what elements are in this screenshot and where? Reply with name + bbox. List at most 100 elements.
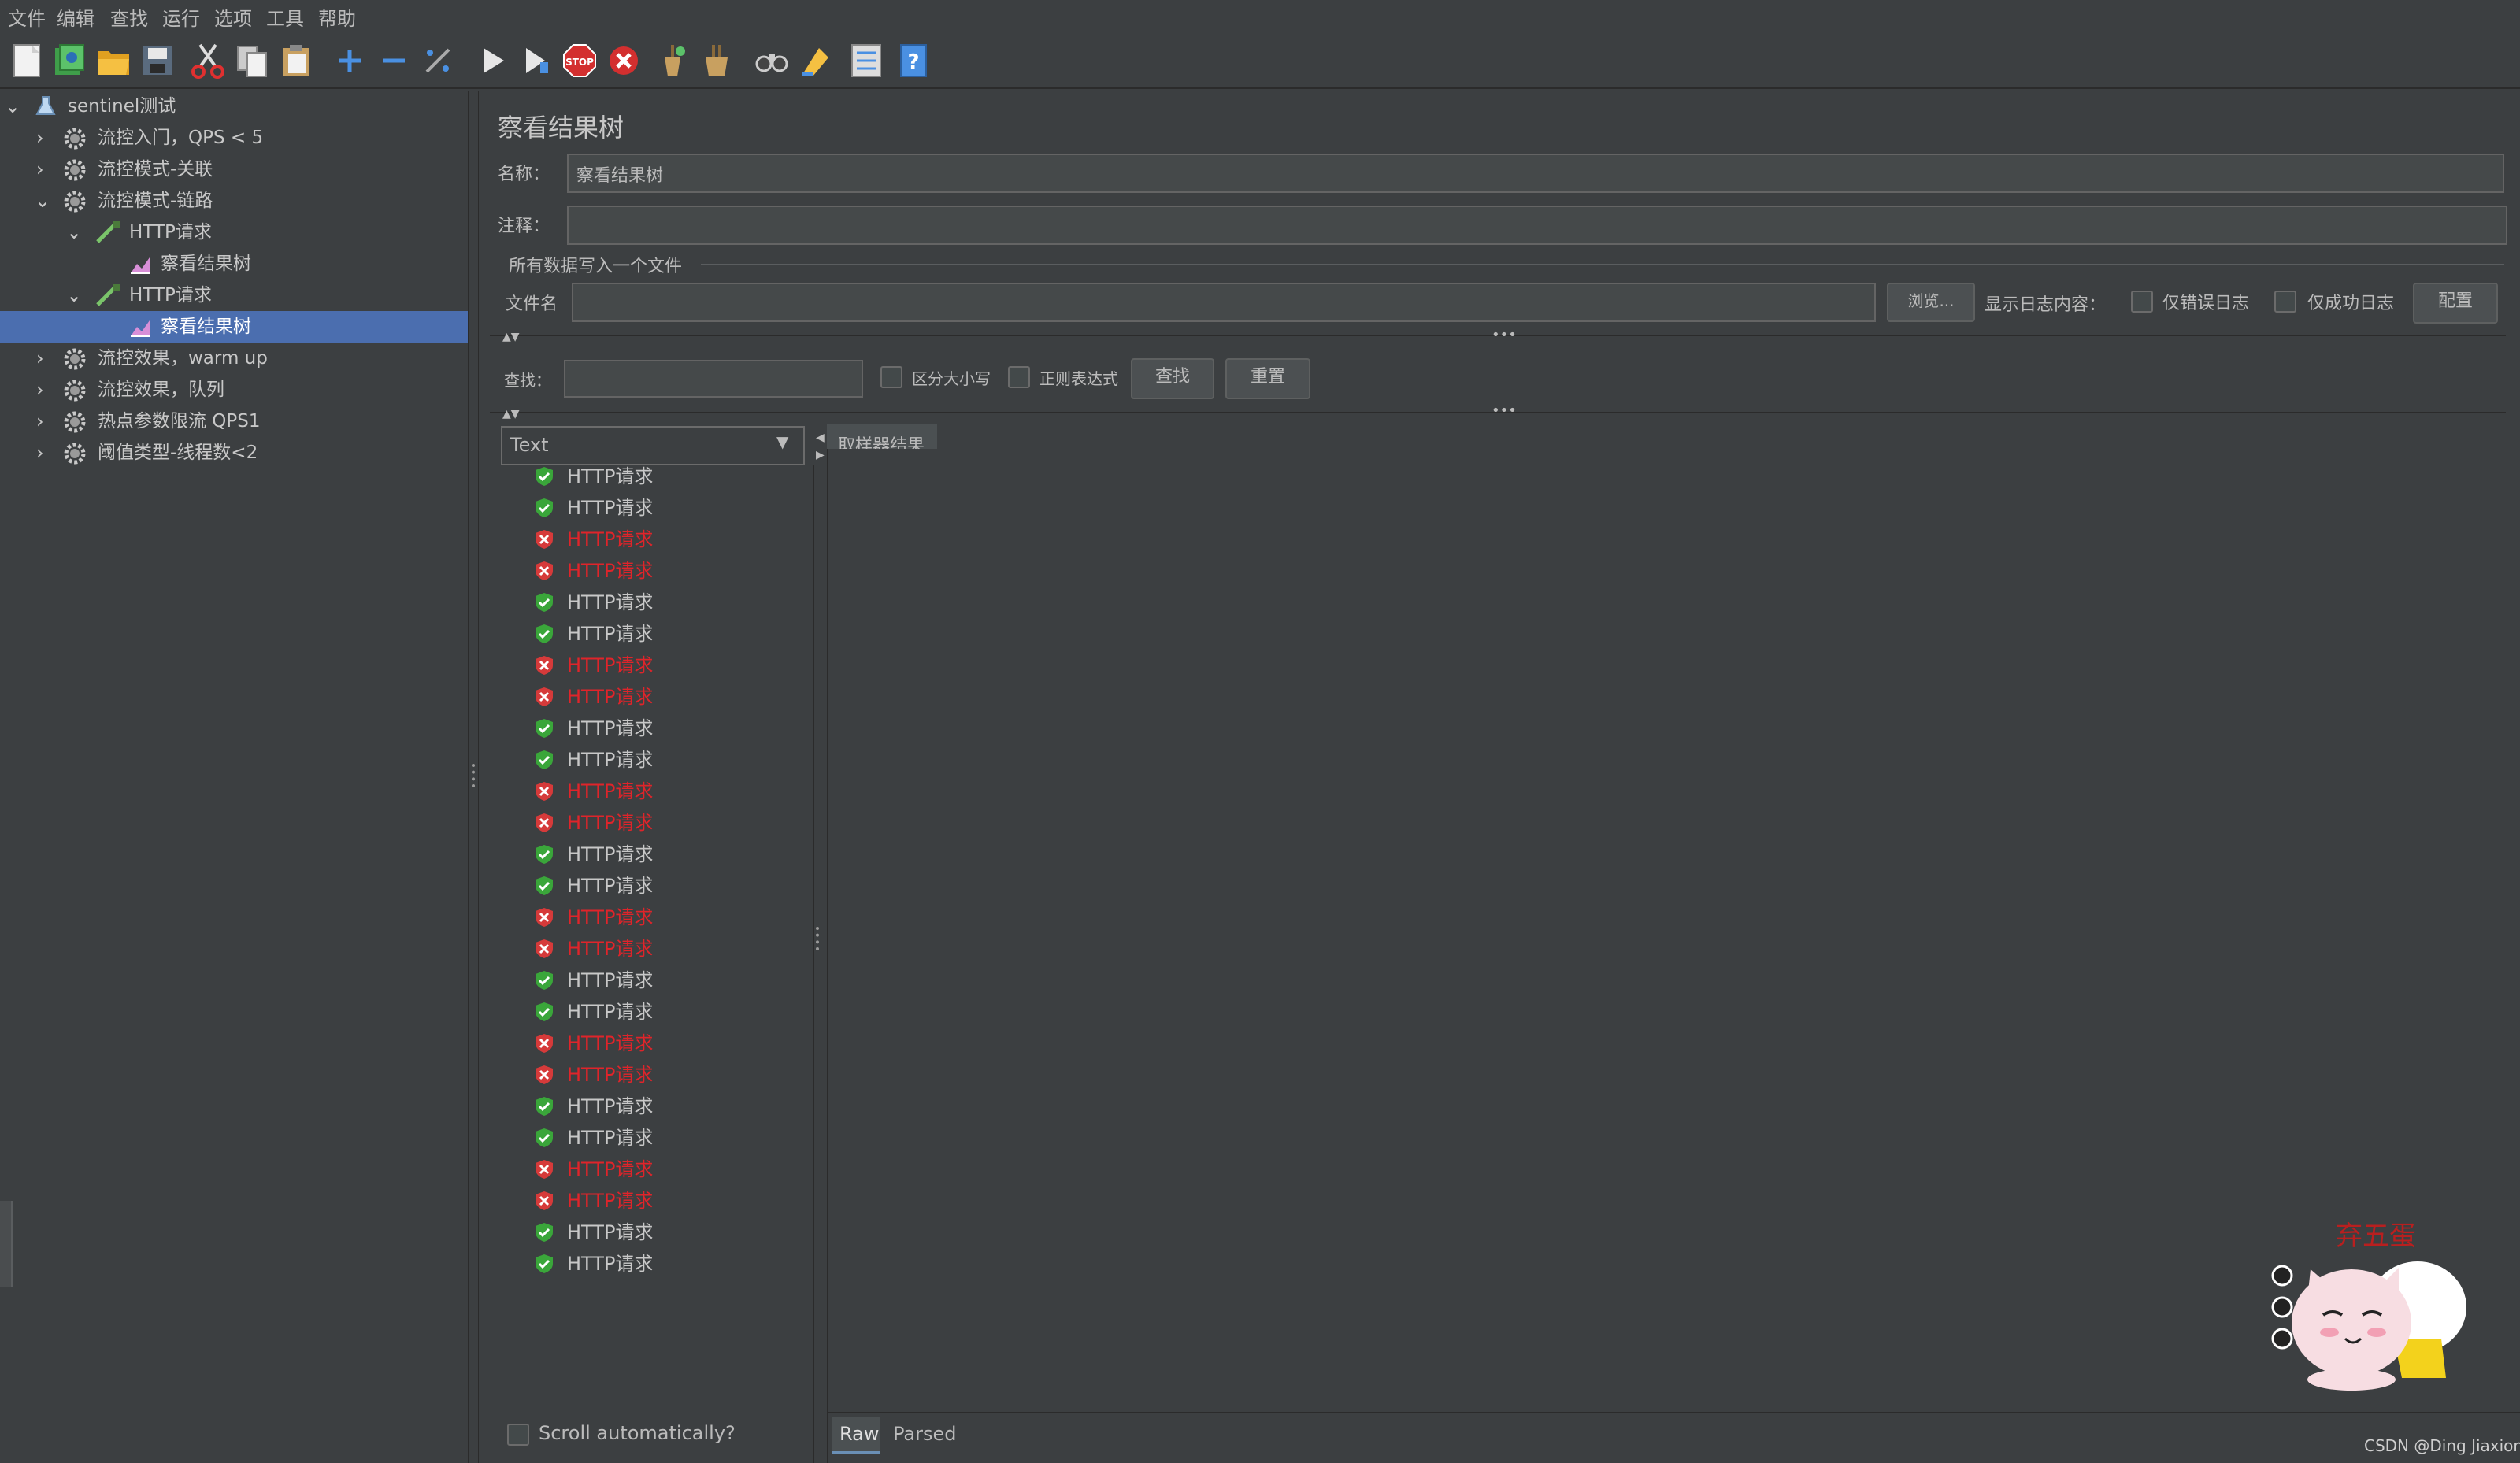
paste-icon[interactable]	[277, 42, 315, 80]
result-item[interactable]: HTTP请求	[499, 1122, 799, 1154]
templates-icon[interactable]	[50, 42, 88, 80]
result-item[interactable]: HTTP请求	[499, 1059, 799, 1091]
result-item[interactable]: HTTP请求	[499, 1154, 799, 1185]
result-item[interactable]: HTTP请求	[499, 1185, 799, 1217]
error-shield-icon	[536, 939, 553, 958]
name-field-value: 察看结果树	[576, 166, 664, 186]
result-item[interactable]: HTTP请求	[499, 555, 799, 587]
configure-button[interactable]: 配置	[2413, 283, 2498, 324]
chevron-right-icon[interactable]: ›	[36, 154, 55, 185]
tree-item-thread-group[interactable]: › 流控效果，warm up	[0, 343, 468, 374]
chevron-down-icon[interactable]: ⌄	[35, 185, 54, 217]
result-item[interactable]: HTTP请求	[499, 996, 799, 1028]
result-item[interactable]: HTTP请求	[499, 933, 799, 965]
collapse-arrows-icon[interactable]: ◀ ▶	[816, 429, 825, 464]
errors-only-checkbox[interactable]	[2131, 291, 2153, 313]
result-item[interactable]: HTTP请求	[499, 1028, 799, 1059]
renderer-select[interactable]: Text ▼	[501, 426, 805, 465]
tree-item-thread-group[interactable]: › 流控效果，队列	[0, 374, 468, 406]
menu-edit[interactable]: 编辑	[57, 3, 94, 31]
tree-item-result-tree-selected[interactable]: 察看结果树	[0, 311, 468, 343]
result-item[interactable]: HTTP请求	[499, 776, 799, 807]
chevron-down-icon[interactable]: ⌄	[5, 91, 24, 122]
open-icon[interactable]	[94, 42, 132, 80]
list-splitter[interactable]	[813, 465, 814, 1463]
tree-item-root[interactable]: ⌄ sentinel测试	[0, 91, 468, 122]
new-icon[interactable]	[8, 42, 46, 80]
chevron-down-icon[interactable]: ⌄	[66, 217, 85, 248]
menu-help[interactable]: 帮助	[318, 3, 356, 31]
chevron-right-icon[interactable]: ›	[36, 406, 55, 437]
case-sensitive-checkbox[interactable]	[880, 366, 902, 388]
scroll-auto-checkbox[interactable]	[507, 1424, 529, 1446]
menu-run[interactable]: 运行	[162, 3, 200, 31]
browse-button[interactable]: 浏览...	[1887, 283, 1975, 322]
result-item[interactable]: HTTP请求	[499, 902, 799, 933]
error-shield-icon	[536, 782, 553, 801]
tree-item-thread-group[interactable]: › 阈值类型-线程数<2	[0, 437, 468, 469]
clear-all-icon[interactable]	[698, 42, 736, 80]
name-field[interactable]: 察看结果树	[567, 154, 2504, 193]
cut-icon[interactable]	[189, 42, 227, 80]
result-item[interactable]: HTTP请求	[499, 618, 799, 650]
stop-icon[interactable]: STOP	[561, 42, 598, 80]
tab-raw[interactable]: Raw	[832, 1417, 880, 1454]
chevron-right-icon[interactable]: ›	[36, 122, 55, 154]
reset-button[interactable]: 重置	[1225, 358, 1310, 399]
result-item[interactable]: HTTP请求	[499, 744, 799, 776]
search-input[interactable]	[564, 360, 863, 398]
result-item[interactable]: HTTP请求	[499, 1217, 799, 1248]
tree-item-thread-group[interactable]: › 流控入门，QPS < 5	[0, 122, 468, 154]
reset-search-icon[interactable]	[797, 42, 835, 80]
menu-tools[interactable]: 工具	[266, 3, 304, 31]
clear-icon[interactable]	[654, 42, 691, 80]
shutdown-icon[interactable]	[605, 42, 643, 80]
menu-options[interactable]: 选项	[214, 3, 252, 31]
chevron-right-icon[interactable]: ›	[36, 343, 55, 374]
result-item[interactable]: HTTP请求	[499, 1091, 799, 1122]
tree-item-http-sampler[interactable]: ⌄ HTTP请求	[0, 217, 468, 248]
tree-item-result-tree[interactable]: 察看结果树	[0, 248, 468, 280]
expand-icon[interactable]	[331, 42, 369, 80]
help-icon[interactable]: ?	[895, 42, 932, 80]
left-edge-handle[interactable]	[0, 1201, 13, 1287]
tab-parsed[interactable]: Parsed	[885, 1417, 956, 1451]
comment-field[interactable]	[567, 206, 2507, 245]
menu-search[interactable]: 查找	[110, 3, 148, 31]
result-item[interactable]: HTTP请求	[499, 492, 799, 524]
result-item[interactable]: HTTP请求	[499, 681, 799, 713]
result-item[interactable]: HTTP请求	[499, 965, 799, 996]
start-icon[interactable]	[474, 42, 512, 80]
menu-file[interactable]: 文件	[8, 3, 46, 31]
search-icon[interactable]	[753, 42, 791, 80]
result-item[interactable]: HTTP请求	[499, 650, 799, 681]
result-item[interactable]: HTTP请求	[499, 461, 799, 492]
chevron-right-icon[interactable]: ›	[36, 437, 55, 469]
chevron-right-icon[interactable]: ›	[36, 374, 55, 406]
success-only-checkbox[interactable]	[2274, 291, 2296, 313]
find-button[interactable]: 查找	[1131, 358, 1214, 399]
regex-checkbox[interactable]	[1008, 366, 1030, 388]
result-item[interactable]: HTTP请求	[499, 524, 799, 555]
tree-item-thread-group[interactable]: › 流控模式-关联	[0, 154, 468, 185]
save-icon[interactable]	[139, 42, 176, 80]
function-helper-icon[interactable]	[847, 42, 885, 80]
result-item[interactable]: HTTP请求	[499, 587, 799, 618]
chevron-down-icon[interactable]: ⌄	[66, 280, 85, 311]
splitter-arrows-icon[interactable]: ▲▼	[502, 331, 520, 343]
result-item[interactable]: HTTP请求	[499, 807, 799, 839]
result-item[interactable]: HTTP请求	[499, 870, 799, 902]
splitter-arrows-icon[interactable]: ▲▼	[502, 408, 520, 420]
collapse-icon[interactable]	[375, 42, 413, 80]
tree-item-thread-group[interactable]: › 热点参数限流 QPS1	[0, 406, 468, 437]
filename-field[interactable]	[572, 283, 1876, 322]
result-item[interactable]: HTTP请求	[499, 713, 799, 744]
copy-icon[interactable]	[233, 42, 271, 80]
result-item[interactable]: HTTP请求	[499, 1248, 799, 1280]
tree-item-thread-group[interactable]: ⌄ 流控模式-链路	[0, 185, 468, 217]
toggle-icon[interactable]	[419, 42, 457, 80]
tree-splitter[interactable]	[468, 91, 479, 1463]
result-item[interactable]: HTTP请求	[499, 839, 799, 870]
tree-item-http-sampler[interactable]: ⌄ HTTP请求	[0, 280, 468, 311]
start-no-pause-icon[interactable]	[517, 42, 554, 80]
